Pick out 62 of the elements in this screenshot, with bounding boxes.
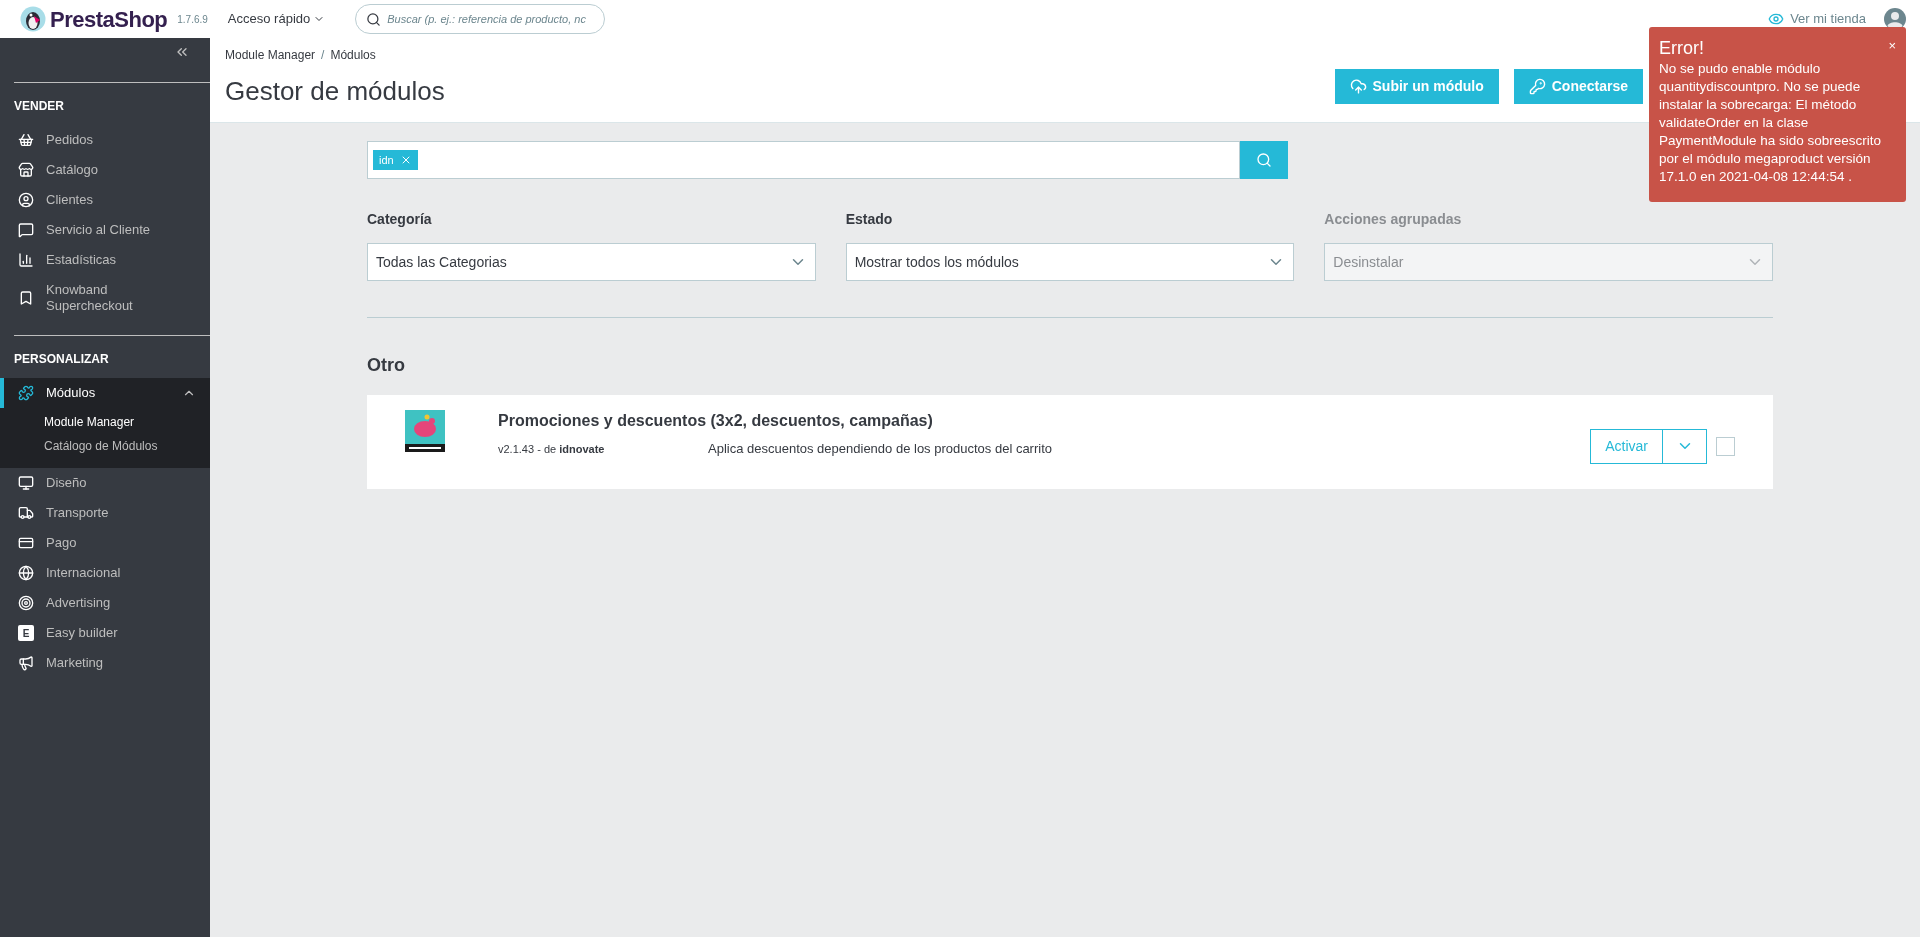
module-name: Promociones y descuentos (3x2, descuentos, campañas) <box>498 411 934 431</box>
menu-icon <box>18 385 34 401</box>
sidebar-item[interactable]: Servicio al Cliente <box>0 215 210 245</box>
toast-title: Error! <box>1659 37 1705 59</box>
search-icon <box>1256 152 1272 168</box>
cloud-upload-icon <box>1349 78 1367 95</box>
sidebar-item[interactable]: Módulos <box>0 378 210 408</box>
menu-icon <box>18 595 34 611</box>
menu-icon <box>18 222 34 238</box>
checkbox[interactable] <box>1716 436 1735 456</box>
filter-label: Estado <box>845 210 894 229</box>
menu-icon <box>18 505 34 521</box>
search-field[interactable]: Buscar (p. ej.: referencia de producto, nc <box>387 10 595 28</box>
view-store-link[interactable]: Ver mi tienda <box>1768 9 1866 29</box>
select-field[interactable]: Todas las Categorias <box>367 243 816 281</box>
menu-icon <box>18 655 34 671</box>
breadcrumb-link[interactable]: Módulos <box>330 46 376 64</box>
filter-label: Categoría <box>367 210 433 229</box>
sidebar-item[interactable]: Transporte <box>0 498 210 528</box>
sidebar-item[interactable]: Diseño <box>0 468 210 498</box>
menu-icon <box>18 252 34 268</box>
sidebar-item[interactable]: Advertising <box>0 588 210 618</box>
sidebar-item[interactable]: Knowband Supercheckout <box>0 275 210 321</box>
key-icon <box>1528 78 1546 95</box>
sidebar-item[interactable]: Estadísticas <box>0 245 210 275</box>
search-icon <box>366 11 382 27</box>
filter-label: Acciones agrupadas <box>1324 210 1463 229</box>
menu-icon <box>18 535 34 551</box>
menu-icon <box>18 192 34 208</box>
module-version: v2.1.43 - de idnovate <box>498 441 606 457</box>
menu-icon <box>18 290 34 306</box>
brand-name: PrestaShop <box>50 5 168 34</box>
breadcrumb-link[interactable]: Module Manager <box>225 46 316 64</box>
group-title: Otro <box>367 354 406 377</box>
quick-access-menu[interactable]: Acceso rápido <box>227 9 326 29</box>
select-field[interactable]: Mostrar todos los módulos <box>845 243 1295 281</box>
section-title: PERSONALIZAR <box>14 351 110 368</box>
submenu-item[interactable]: Module Manager <box>0 410 210 434</box>
breadcrumb-separator: / <box>321 47 325 64</box>
menu-icon <box>18 132 34 148</box>
sidebar-item[interactable]: Pago <box>0 528 210 558</box>
section-title: VENDER <box>14 98 65 115</box>
module-description: Aplica descuentos dependiendo de los productos del carrito <box>708 440 1052 458</box>
toast-message: No se pudo enable módulo quantitydiscountpro. No se puede instalar la sobrecarga: El método validateOrder en la clase PaymentModule ha sido sobreescrito por el módulo megaproduct versión 17.1.0 en 2021-04-08 12:44:54 . <box>1659 60 1883 186</box>
menu-icon <box>18 565 34 581</box>
menu-icon <box>18 475 34 491</box>
close-button[interactable]: × <box>1888 39 1896 52</box>
letter-icon: E <box>18 625 34 641</box>
sidebar-item[interactable]: E Easy builder <box>0 618 210 648</box>
menu-icon <box>18 162 34 178</box>
submenu-item[interactable]: Catálogo de Módulos <box>0 434 210 458</box>
puffin-logo-icon <box>20 6 46 32</box>
sidebar-item[interactable]: Internacional <box>0 558 210 588</box>
eye-icon <box>1768 11 1785 27</box>
sidebar-item[interactable]: Clientes <box>0 185 210 215</box>
sidebar-item[interactable]: Catálogo <box>0 155 210 185</box>
sidebar-item[interactable]: Pedidos <box>0 125 210 155</box>
dropdown-button[interactable] <box>1663 428 1707 464</box>
version-label: 1.7.6.9 <box>177 12 208 27</box>
search-button[interactable] <box>1240 141 1288 179</box>
page-title: Gestor de módulos <box>225 75 446 108</box>
sidebar-item[interactable]: Marketing <box>0 648 210 678</box>
